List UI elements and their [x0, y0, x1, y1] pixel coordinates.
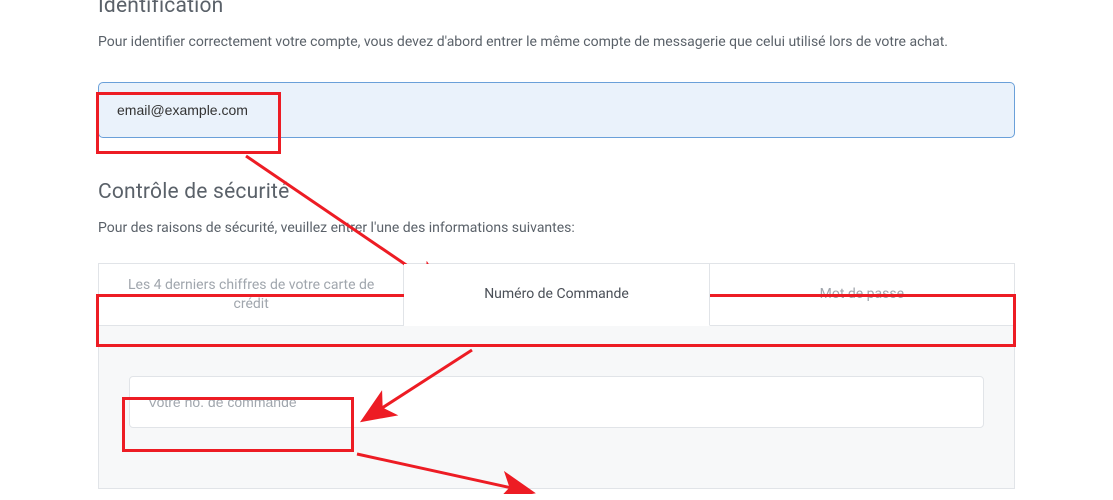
- tab-content-order: [98, 325, 1015, 489]
- tab-password[interactable]: Mot de passe: [710, 264, 1014, 326]
- email-field[interactable]: [98, 82, 1015, 138]
- security-title: Contrôle de sécurité: [98, 180, 1015, 204]
- tab-card-last4[interactable]: Les 4 derniers chiffres de votre carte d…: [99, 264, 404, 326]
- tab-order-number[interactable]: Numéro de Commande: [404, 264, 709, 327]
- order-number-field[interactable]: [129, 376, 984, 428]
- security-desc: Pour des raisons de sécurité, veuillez e…: [98, 218, 1015, 239]
- identification-title: Identification: [98, 0, 1015, 18]
- identification-desc: Pour identifier correctement votre compt…: [98, 32, 1015, 54]
- security-tabs: Les 4 derniers chiffres de votre carte d…: [98, 263, 1015, 326]
